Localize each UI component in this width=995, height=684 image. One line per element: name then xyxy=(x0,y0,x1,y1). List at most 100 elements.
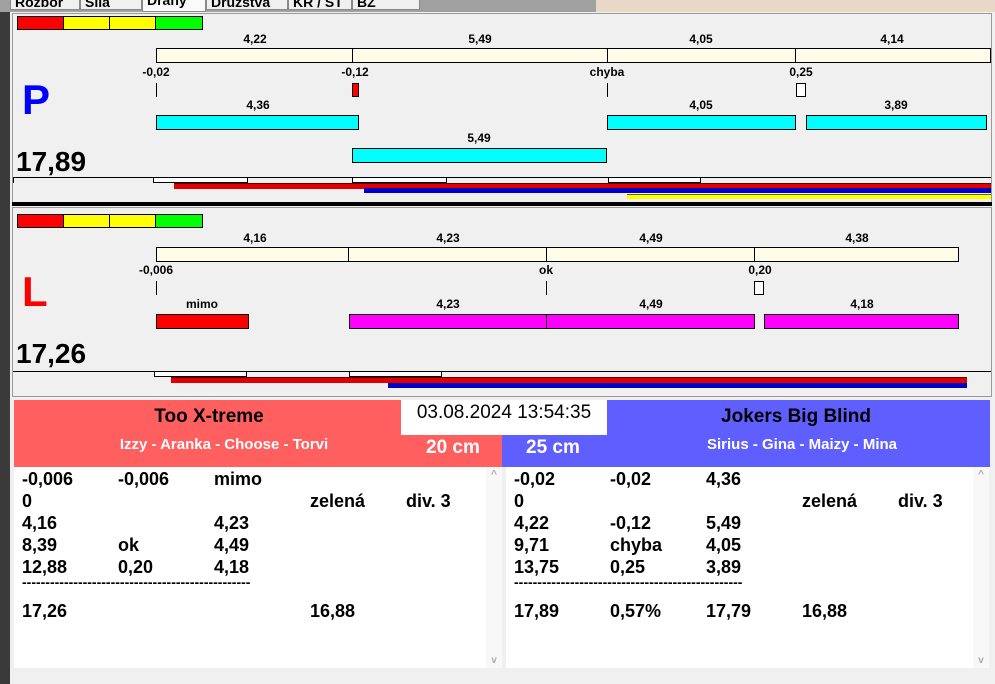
color-segment-yellow xyxy=(63,214,110,228)
strip-tick xyxy=(13,178,14,183)
progress-strip xyxy=(13,177,991,202)
time-bar xyxy=(806,115,987,130)
time-bar xyxy=(764,314,959,329)
scrollbar[interactable]: ^ v xyxy=(486,467,502,668)
scrollbar[interactable]: ^ v xyxy=(973,467,989,668)
color-segment-red xyxy=(17,16,64,30)
tab-drahy[interactable]: Dráhy xyxy=(142,0,206,12)
time-label: 4,23 xyxy=(436,297,460,311)
color-segment-green xyxy=(155,214,203,228)
offset-tick xyxy=(156,281,157,295)
split-bar xyxy=(795,48,991,63)
result-cell: 16,88 xyxy=(310,601,356,621)
offset-marker xyxy=(754,281,764,295)
result-cell: 0 xyxy=(514,491,525,511)
split-label: 5,49 xyxy=(468,32,492,46)
progress-line-blue xyxy=(364,188,991,193)
time-bar xyxy=(156,314,249,329)
result-cell: zelená xyxy=(802,491,858,511)
lane-letter: L xyxy=(22,268,48,315)
result-cell: 0 xyxy=(22,491,33,511)
split-bar xyxy=(156,247,349,262)
time-label: 4,18 xyxy=(850,297,874,311)
result-cell: -0,02 xyxy=(514,469,556,489)
lane-letter: P xyxy=(22,76,51,123)
lane-total: 17,26 xyxy=(16,338,87,369)
result-cell: 4,05 xyxy=(706,535,742,555)
result-cell: ok xyxy=(118,535,140,555)
offset-tick xyxy=(607,83,608,97)
time-bar xyxy=(546,314,755,329)
result-cell: -0,006 xyxy=(118,469,170,489)
progress-line-blue xyxy=(388,383,967,388)
team-distance: 20 cm xyxy=(426,437,480,458)
result-cell: -0,12 xyxy=(610,513,652,533)
color-segment-green xyxy=(155,16,203,30)
result-cell: zelená xyxy=(310,491,366,511)
tab-bar-filler xyxy=(596,0,995,12)
progress-line-yellow xyxy=(627,194,991,199)
results-right[interactable]: ^ v -0,02 -0,02 4,36 0 zelená div. 3 4,22 -0,12 5… xyxy=(506,467,989,668)
window-edge xyxy=(0,0,10,684)
split-bar xyxy=(546,247,755,262)
offset-marker xyxy=(352,83,359,97)
split-label: 4,05 xyxy=(689,32,713,46)
result-cell: div. 3 xyxy=(898,491,943,511)
offset-label: -0,006 xyxy=(138,263,174,277)
color-segment-yellow xyxy=(109,16,156,30)
result-cell: 9,71 xyxy=(514,535,550,555)
offset-tick xyxy=(546,281,547,295)
result-cell: 17,26 xyxy=(22,601,68,621)
split-label: 4,14 xyxy=(880,32,904,46)
lane-total: 17,89 xyxy=(16,146,87,177)
panel-divider xyxy=(12,202,992,206)
time-bar xyxy=(352,148,607,163)
offset-label: 0,25 xyxy=(789,65,813,79)
offset-label: -0,02 xyxy=(142,65,170,79)
result-cell: -0,02 xyxy=(610,469,652,489)
tab-sila[interactable]: Síla xyxy=(80,0,142,10)
result-cell: 0,57% xyxy=(610,601,662,621)
split-label: 4,16 xyxy=(243,231,267,245)
time-bar xyxy=(349,314,547,329)
result-cell: 4,49 xyxy=(214,535,250,555)
result-cell: 8,39 xyxy=(22,535,58,555)
datetime-display: 03.08.2024 13:54:35 xyxy=(401,400,607,435)
separator-line: ----------------------------------------… xyxy=(22,574,251,590)
time-label: 5,49 xyxy=(467,131,491,145)
split-bar xyxy=(754,247,959,262)
tab-bz[interactable]: BZ xyxy=(352,0,420,10)
split-label: 4,38 xyxy=(845,231,869,245)
tab-kr-st[interactable]: KR / ST xyxy=(288,0,352,10)
tab-druzstva[interactable]: Družstva xyxy=(206,0,288,10)
results-left[interactable]: ^ v -0,006 -0,006 mimo 0 zelená div. 3 4,16 4,23… xyxy=(14,467,502,668)
color-segment-yellow xyxy=(63,16,110,30)
color-segment-yellow xyxy=(109,214,156,228)
result-cell: -0,006 xyxy=(22,469,74,489)
team-players: Sirius - Gina - Maizy - Mina xyxy=(706,436,898,453)
lane-panel-p: 4,22 5,49 4,05 4,14 -0,02 -0,12 chyba 0,… xyxy=(12,13,992,203)
time-label: mimo xyxy=(185,297,219,311)
result-cell: chyba xyxy=(610,535,663,555)
result-cell: 4,22 xyxy=(514,513,550,533)
team-name: Too X-treme xyxy=(154,406,264,427)
split-label: 4,22 xyxy=(243,32,267,46)
split-bar xyxy=(607,48,796,63)
result-cell: div. 3 xyxy=(406,491,451,511)
result-cell: 16,88 xyxy=(802,601,848,621)
time-label: 4,36 xyxy=(246,98,270,112)
offset-tick xyxy=(156,83,157,97)
time-bar xyxy=(607,115,796,130)
team-name: Jokers Big Blind xyxy=(721,406,871,427)
tab-rozbor[interactable]: Rozbor xyxy=(10,0,80,10)
split-bar xyxy=(352,48,608,63)
time-bar xyxy=(156,115,359,130)
offset-label: 0,20 xyxy=(748,263,772,277)
split-label: 4,49 xyxy=(639,231,663,245)
color-segment-red xyxy=(17,214,64,228)
split-label: 4,23 xyxy=(436,231,460,245)
time-label: 3,89 xyxy=(884,98,908,112)
offset-label: chyba xyxy=(589,65,625,79)
separator-line: ----------------------------------------… xyxy=(514,574,743,590)
result-cell: 4,16 xyxy=(22,513,58,533)
